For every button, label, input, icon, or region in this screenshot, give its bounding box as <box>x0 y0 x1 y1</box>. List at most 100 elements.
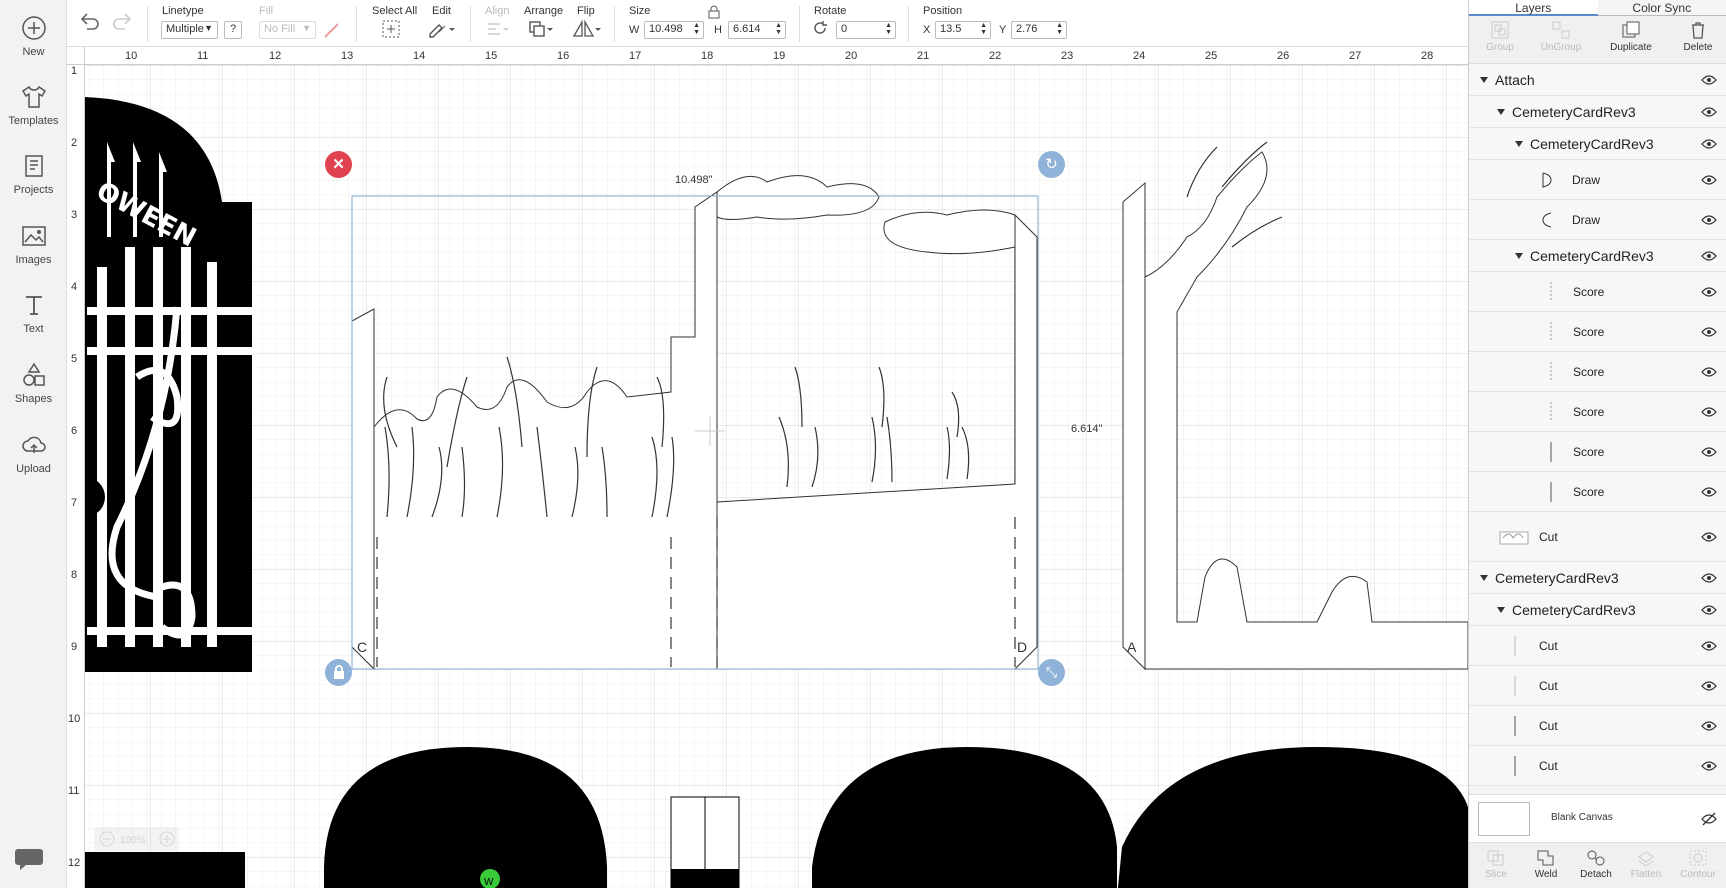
layer-row-draw[interactable]: Draw <box>1469 160 1726 200</box>
group-icon <box>1491 21 1509 39</box>
ruler-top-label: 23 <box>1061 50 1074 62</box>
layer-row-group[interactable]: CemeteryCardRev3 <box>1469 562 1726 594</box>
blank-canvas-swatch[interactable] <box>1478 802 1530 836</box>
align-icon <box>488 23 509 35</box>
duplicate-button[interactable]: Duplicate <box>1602 20 1660 53</box>
layer-row-group[interactable]: CemeteryCardRev3 <box>1469 240 1726 272</box>
layer-row-cut[interactable]: Cut <box>1469 626 1726 666</box>
tab-layers[interactable]: Layers <box>1469 0 1598 16</box>
flip-icon[interactable] <box>571 19 601 39</box>
edit-icon[interactable] <box>427 19 457 39</box>
weld-label: Weld <box>1534 869 1558 880</box>
layer-row-attach[interactable]: Attach <box>1469 64 1726 96</box>
ruler-top-label: 21 <box>917 50 930 62</box>
eye-icon[interactable] <box>1701 604 1717 615</box>
layer-name: Attach <box>1495 71 1535 88</box>
eye-icon[interactable] <box>1701 406 1717 417</box>
arrange-icon[interactable] <box>527 19 555 39</box>
ungroup-icon <box>1552 21 1570 39</box>
size-label: Size <box>629 5 651 17</box>
rotate-value: 0 <box>841 23 848 35</box>
delete-button[interactable]: Delete <box>1669 20 1726 53</box>
resize-handle[interactable]: ⤡ <box>1038 659 1065 686</box>
eye-icon[interactable] <box>1701 74 1717 85</box>
nav-projects[interactable]: Projects <box>0 152 67 196</box>
score-line-icon <box>1550 481 1552 502</box>
layer-row-group[interactable]: CemeteryCardRev3 <box>1469 128 1726 160</box>
layer-row-score[interactable]: Score <box>1469 472 1726 512</box>
stepper-icon: ▲ ▼ <box>693 22 700 36</box>
select-all-icon[interactable] <box>381 19 401 39</box>
layer-row-cut[interactable]: Cut <box>1469 512 1726 562</box>
y-position-input[interactable]: 2.76 ▲ ▼ <box>1011 21 1067 39</box>
eye-icon[interactable] <box>1701 106 1717 117</box>
x-position-input[interactable]: 13.5 ▲ ▼ <box>935 21 991 39</box>
layer-row-draw[interactable]: Draw <box>1469 200 1726 240</box>
detach-icon <box>1587 850 1605 866</box>
eye-icon[interactable] <box>1701 531 1717 542</box>
layer-name: Score <box>1573 444 1605 459</box>
eye-icon[interactable] <box>1701 680 1717 691</box>
eye-icon[interactable] <box>1701 640 1717 651</box>
eye-hidden-icon[interactable] <box>1701 812 1717 826</box>
eye-icon[interactable] <box>1701 366 1717 377</box>
card-letter-c: C <box>357 639 367 655</box>
pen-icon <box>324 23 339 38</box>
top-ruler: 10 11 12 13 14 15 16 17 18 19 20 21 22 23 24 25 26 27 28 <box>67 47 1468 65</box>
linetype-value: Multiple <box>166 23 204 35</box>
nav-images[interactable]: Images <box>0 222 67 266</box>
fill-label: Fill <box>259 5 274 17</box>
width-value: 10.498 <box>649 23 683 35</box>
eye-icon[interactable] <box>1701 486 1717 497</box>
layer-row-score[interactable]: Score <box>1469 392 1726 432</box>
eye-icon[interactable] <box>1701 214 1717 225</box>
layer-row-group[interactable]: CemeteryCardRev3 <box>1469 594 1726 626</box>
nav-shapes[interactable]: Shapes <box>0 361 67 405</box>
tab-color-sync[interactable]: Color Sync <box>1597 0 1726 16</box>
eye-icon[interactable] <box>1701 760 1717 771</box>
rotate-input[interactable]: 0 ▲ ▼ <box>836 21 896 39</box>
eye-icon[interactable] <box>1701 720 1717 731</box>
layer-row-score[interactable]: Score <box>1469 352 1726 392</box>
blank-canvas-row[interactable]: Blank Canvas <box>1469 794 1726 842</box>
eye-icon[interactable] <box>1701 138 1717 149</box>
layer-row-group[interactable]: CemeteryCardRev3 <box>1469 96 1726 128</box>
eye-icon[interactable] <box>1701 250 1717 261</box>
layer-name: CemeteryCardRev3 <box>1512 601 1636 618</box>
weld-button[interactable]: Weld <box>1521 849 1571 880</box>
nav-text[interactable]: Text <box>0 291 67 335</box>
nav-upload[interactable]: Upload <box>0 431 67 475</box>
layer-row-cut[interactable]: Cut <box>1469 666 1726 706</box>
layer-row-score[interactable]: Score <box>1469 312 1726 352</box>
nav-templates[interactable]: Templates <box>0 83 67 127</box>
lock-icon[interactable] <box>708 5 720 19</box>
delete-handle[interactable]: ✕ <box>325 151 352 178</box>
eye-icon[interactable] <box>1701 572 1717 583</box>
design-canvas[interactable]: OWEEN C D 10.498" 6.614" A W 100% ✕ ↻ ⤡ … <box>67 47 1468 888</box>
toolbar-divider <box>356 6 357 42</box>
eye-icon[interactable] <box>1701 446 1717 457</box>
nav-images-label: Images <box>15 254 52 266</box>
width-input[interactable]: 10.498 ▲ ▼ <box>644 21 704 39</box>
height-input[interactable]: 6.614 ▲ ▼ <box>728 21 786 39</box>
lock-handle[interactable] <box>325 659 352 686</box>
nav-new[interactable]: New <box>0 14 67 58</box>
layer-row-cut[interactable]: Cut <box>1469 746 1726 786</box>
eye-icon[interactable] <box>1701 326 1717 337</box>
chat-button[interactable] <box>14 846 44 877</box>
toolbar-divider <box>470 6 471 42</box>
zoom-control[interactable]: 100% <box>94 827 179 851</box>
eye-icon[interactable] <box>1701 286 1717 297</box>
ruler-left-label: 2 <box>71 137 78 149</box>
eye-icon[interactable] <box>1701 174 1717 185</box>
help-button[interactable]: ? <box>224 21 242 39</box>
layer-row-score[interactable]: Score <box>1469 272 1726 312</box>
layer-name: Score <box>1573 364 1605 379</box>
undo-icon[interactable] <box>79 12 101 30</box>
linetype-select[interactable]: Multiple ▼ <box>161 21 218 39</box>
layer-row-score[interactable]: Score <box>1469 432 1726 472</box>
layer-name: Score <box>1573 324 1605 339</box>
layer-row-cut[interactable]: Cut <box>1469 706 1726 746</box>
rotate-handle[interactable]: ↻ <box>1038 151 1065 178</box>
detach-button[interactable]: Detach <box>1571 849 1621 880</box>
